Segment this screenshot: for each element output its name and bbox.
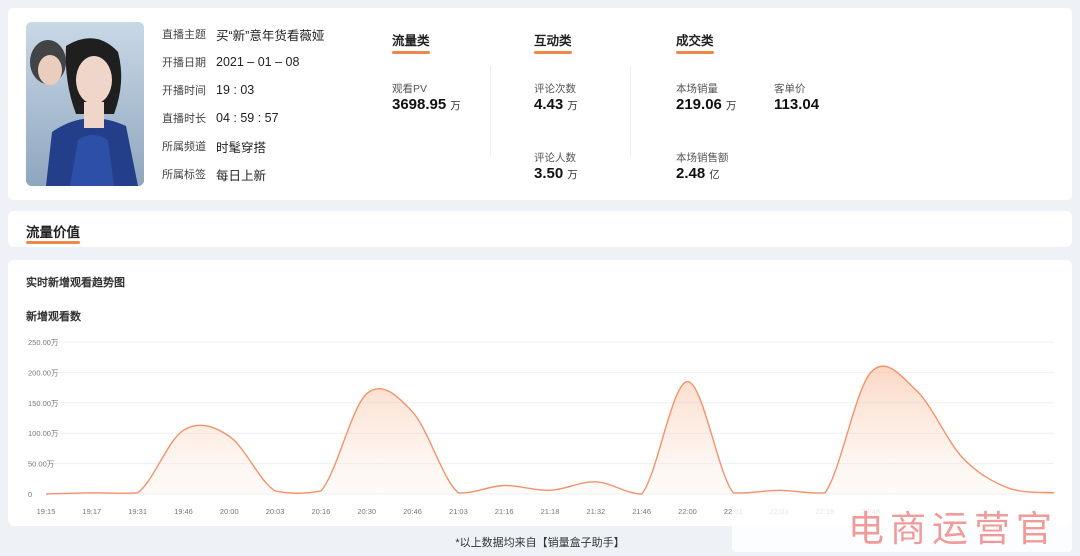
- metric-unit: 万: [567, 100, 578, 112]
- metric-label-comments: 评论次数: [534, 83, 576, 95]
- watermark-text: 电商运营官: [732, 500, 1072, 552]
- x-tick-label: 20:46: [403, 507, 422, 516]
- metric-label-sales-amount: 本场销售额: [676, 152, 729, 164]
- metric-label-sales-volume: 本场销量: [676, 83, 718, 95]
- metric-number: 2.48: [676, 165, 706, 182]
- meta-row-time: 开播时间 19 : 03: [162, 82, 254, 98]
- section-title-deal: 成交类: [676, 30, 714, 54]
- y-tick-label: 50.00万: [28, 460, 55, 469]
- y-tick-label: 250.00万: [28, 338, 59, 347]
- metric-value-avg-price: 113.04: [774, 96, 819, 113]
- meta-row-duration: 直播时长 04 : 59 : 57: [162, 110, 279, 126]
- x-tick-label: 19:31: [128, 507, 147, 516]
- metric-unit: 亿: [709, 169, 720, 181]
- metric-number: 3698.95: [392, 96, 447, 113]
- meta-value: 04 : 59 : 57: [216, 111, 279, 125]
- meta-label: 所属标签: [162, 169, 206, 181]
- metric-label-pv: 观看PV: [392, 83, 428, 95]
- x-tick-label: 19:15: [37, 507, 56, 516]
- x-tick-label: 20:00: [220, 507, 239, 516]
- metric-unit: 万: [450, 100, 461, 112]
- meta-value: 时髦穿搭: [216, 140, 267, 155]
- trend-chart[interactable]: 0 50.00万 100.00万 150.00万 200.00万 250.00万 19:15…: [8, 260, 1072, 526]
- y-tick-label: 150.00万: [28, 399, 59, 408]
- traffic-value-tab[interactable]: 流量价值: [26, 221, 80, 244]
- meta-label: 直播主题: [162, 29, 206, 41]
- y-tick-label: 0: [28, 490, 32, 499]
- meta-label: 所属频道: [162, 141, 206, 153]
- live-info-card: 直播主题 买“新”意年货看薇娅 开播日期 2021 – 01 – 08 开播时间…: [8, 8, 1072, 200]
- metric-number: 219.06: [676, 96, 722, 113]
- y-tick-label: 200.00万: [28, 368, 59, 377]
- x-tick-label: 20:30: [357, 507, 376, 516]
- x-tick-label: 20:16: [312, 507, 331, 516]
- metric-unit: 万: [725, 100, 737, 112]
- x-tick-label: 22:00: [678, 507, 697, 516]
- x-tick-label: 21:18: [541, 507, 560, 516]
- meta-value: 2021 – 01 – 08: [216, 55, 300, 69]
- metric-value-commenters: 3.50 万: [534, 165, 578, 182]
- meta-label: 开播时间: [162, 85, 206, 97]
- avatar-portrait-image: [26, 22, 144, 186]
- metric-number: 4.43: [534, 96, 564, 113]
- divider: [630, 66, 631, 156]
- meta-row-topic: 直播主题 买“新”意年货看薇娅: [162, 26, 325, 43]
- streamer-avatar: [26, 22, 144, 186]
- x-tick-label: 20:03: [266, 507, 285, 516]
- x-tick-label: 21:16: [495, 507, 514, 516]
- meta-value: 每日上新: [216, 168, 267, 183]
- metric-value-comments: 4.43 万: [534, 96, 578, 113]
- chart-area: [46, 366, 1054, 494]
- meta-label: 开播日期: [162, 57, 206, 69]
- metric-unit: 万: [567, 169, 578, 181]
- x-tick-label: 21:32: [586, 507, 605, 516]
- traffic-value-card: 流量价值: [8, 211, 1072, 247]
- meta-value: 19 : 03: [216, 83, 255, 97]
- section-title-traffic: 流量类: [392, 30, 430, 54]
- metric-value-pv: 3698.95 万: [392, 96, 461, 113]
- meta-row-channel: 所属频道 时髦穿搭: [162, 138, 267, 155]
- meta-value: 买“新”意年货看薇娅: [216, 28, 325, 43]
- x-tick-label: 21:46: [632, 507, 651, 516]
- metric-value-sales-volume: 219.06 万: [676, 96, 736, 113]
- x-tick-label: 19:17: [82, 507, 101, 516]
- x-tick-label: 21:03: [449, 507, 468, 516]
- section-title-interaction: 互动类: [534, 30, 572, 54]
- metric-number: 113.04: [774, 96, 820, 113]
- trend-chart-card: 实时新增观看趋势图 新增观看数 0 50.00万 100.00万 150.00万 200…: [8, 260, 1072, 526]
- x-tick-label: 19:46: [174, 507, 193, 516]
- metric-number: 3.50: [534, 165, 564, 182]
- meta-row-tag: 所属标签 每日上新: [162, 166, 267, 183]
- metric-label-avg-price: 客单价: [774, 83, 806, 95]
- metric-label-commenters: 评论人数: [534, 152, 576, 164]
- y-tick-label: 100.00万: [28, 429, 59, 438]
- meta-label: 直播时长: [162, 113, 206, 125]
- divider: [490, 66, 491, 156]
- metric-value-sales-amount: 2.48 亿: [676, 165, 720, 182]
- meta-row-date: 开播日期 2021 – 01 – 08: [162, 54, 299, 70]
